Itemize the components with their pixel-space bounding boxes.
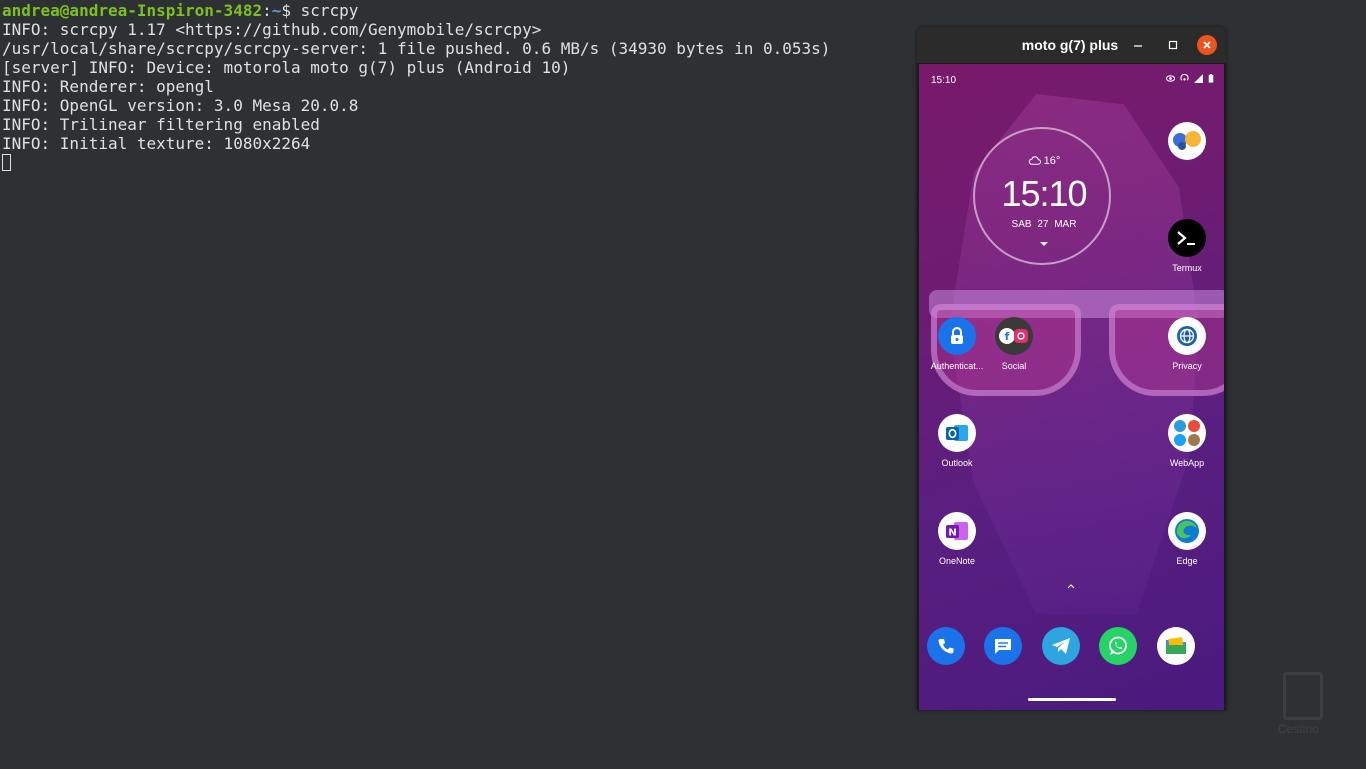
- home-gesture-bar[interactable]: [1028, 698, 1116, 701]
- dock-whatsapp[interactable]: [1099, 627, 1159, 665]
- clock-date: SAB 27 MAR: [1011, 219, 1077, 230]
- eye-icon: [1166, 75, 1175, 82]
- scrcpy-window[interactable]: moto g(7) plus 15:10 16° 15:10 SAB 27 MA…: [917, 27, 1226, 710]
- status-icons: [1166, 74, 1214, 83]
- minimize-button[interactable]: [1128, 35, 1148, 55]
- prompt-path: ~: [271, 1, 282, 20]
- maximize-button[interactable]: [1163, 35, 1183, 55]
- authenticator-icon: [938, 317, 976, 355]
- weather-temp: 16°: [975, 155, 1113, 167]
- window-titlebar[interactable]: moto g(7) plus: [917, 27, 1226, 63]
- terminal-prompt-line: andrea@andrea-Inspiron-3482:~$ scrcpy: [0, 1, 910, 20]
- app-webapp[interactable]: WebApp: [1157, 414, 1217, 468]
- cloud-icon: [1028, 156, 1041, 165]
- app-termux[interactable]: Termux: [1157, 219, 1217, 273]
- weather-text: 16°: [1043, 155, 1061, 167]
- chevron-up-icon[interactable]: [1067, 584, 1075, 589]
- app-label: Social: [1001, 361, 1027, 371]
- terminal-cursor-line: [0, 153, 910, 172]
- terminal-output-line: INFO: Renderer: opengl: [2, 77, 214, 96]
- app-label: OneNote: [938, 556, 976, 566]
- app-edge[interactable]: Edge: [1157, 512, 1217, 566]
- folder-icon: [1168, 122, 1206, 160]
- onenote-icon: N: [938, 512, 976, 550]
- termux-icon: [1168, 219, 1206, 257]
- dock-phone[interactable]: [927, 627, 987, 665]
- app-outlook[interactable]: Outlook: [927, 414, 987, 468]
- clock-time: 15:10: [1001, 173, 1087, 214]
- app-label: Edge: [1176, 556, 1198, 566]
- app-social[interactable]: f Social: [984, 317, 1044, 371]
- files-icon: [1157, 627, 1195, 665]
- terminal-output-line: [server] INFO: Device: motorola moto g(7…: [2, 58, 571, 77]
- social-folder-icon: f: [995, 317, 1033, 355]
- app-authenticator[interactable]: Authenticat...: [927, 317, 987, 371]
- chevron-down-icon: [1040, 242, 1048, 246]
- privacy-icon: [1168, 317, 1206, 355]
- trash-label: Cestino: [1278, 722, 1319, 736]
- app-label: WebApp: [1169, 458, 1205, 468]
- whatsapp-icon: [1099, 627, 1137, 665]
- status-bar[interactable]: 15:10: [919, 64, 1224, 96]
- app-folder-top[interactable]: [1157, 122, 1217, 166]
- dock-messages[interactable]: [984, 627, 1044, 665]
- close-button[interactable]: [1197, 35, 1217, 55]
- terminal-cursor: [2, 154, 11, 171]
- prompt-separator: :: [262, 1, 272, 20]
- signal-icon: [1194, 74, 1203, 83]
- app-label: Privacy: [1172, 361, 1202, 371]
- app-label: Outlook: [941, 458, 973, 468]
- terminal-output-line: /usr/local/share/scrcpy/scrcpy-server: 1…: [2, 39, 831, 58]
- prompt-symbol: $: [281, 1, 301, 20]
- battery-icon: [1208, 74, 1214, 83]
- svg-text:N: N: [948, 528, 956, 539]
- terminal-output-line: INFO: Initial texture: 1080x2264: [2, 134, 311, 153]
- maximize-icon: [1168, 40, 1178, 50]
- phone-screen[interactable]: 15:10 16° 15:10 SAB 27 MAR Termux Authen…: [919, 64, 1224, 710]
- phone-icon: [927, 627, 965, 665]
- app-label: Authenticat...: [930, 361, 984, 371]
- close-icon: [1203, 41, 1211, 49]
- dock-telegram[interactable]: [1042, 627, 1102, 665]
- webapp-folder-icon: [1168, 414, 1206, 452]
- messages-icon: [984, 627, 1022, 665]
- trash-icon[interactable]: [1283, 672, 1323, 720]
- svg-text:f: f: [1005, 330, 1010, 343]
- app-label: Termux: [1172, 263, 1202, 273]
- status-time: 15:10: [931, 75, 957, 86]
- outlook-icon: [938, 414, 976, 452]
- prompt-user: andrea@andrea-Inspiron-3482: [2, 1, 263, 20]
- edge-icon: [1168, 512, 1206, 550]
- minimize-icon: [1134, 45, 1142, 47]
- hotspot-icon: [1180, 74, 1189, 81]
- telegram-icon: [1042, 627, 1080, 665]
- app-onenote[interactable]: N OneNote: [927, 512, 987, 566]
- app-privacy[interactable]: Privacy: [1157, 317, 1217, 371]
- dock-files[interactable]: [1157, 627, 1217, 665]
- terminal-output-line: INFO: Trilinear filtering enabled: [2, 115, 320, 134]
- clock-widget[interactable]: 16° 15:10 SAB 27 MAR: [973, 127, 1111, 265]
- terminal-output-line: INFO: OpenGL version: 3.0 Mesa 20.0.8: [2, 96, 359, 115]
- terminal-output-line: INFO: scrcpy 1.17 <https://github.com/Ge…: [2, 20, 542, 39]
- terminal[interactable]: andrea@andrea-Inspiron-3482:~$ scrcpy IN…: [0, 0, 910, 769]
- terminal-command: scrcpy: [300, 1, 359, 20]
